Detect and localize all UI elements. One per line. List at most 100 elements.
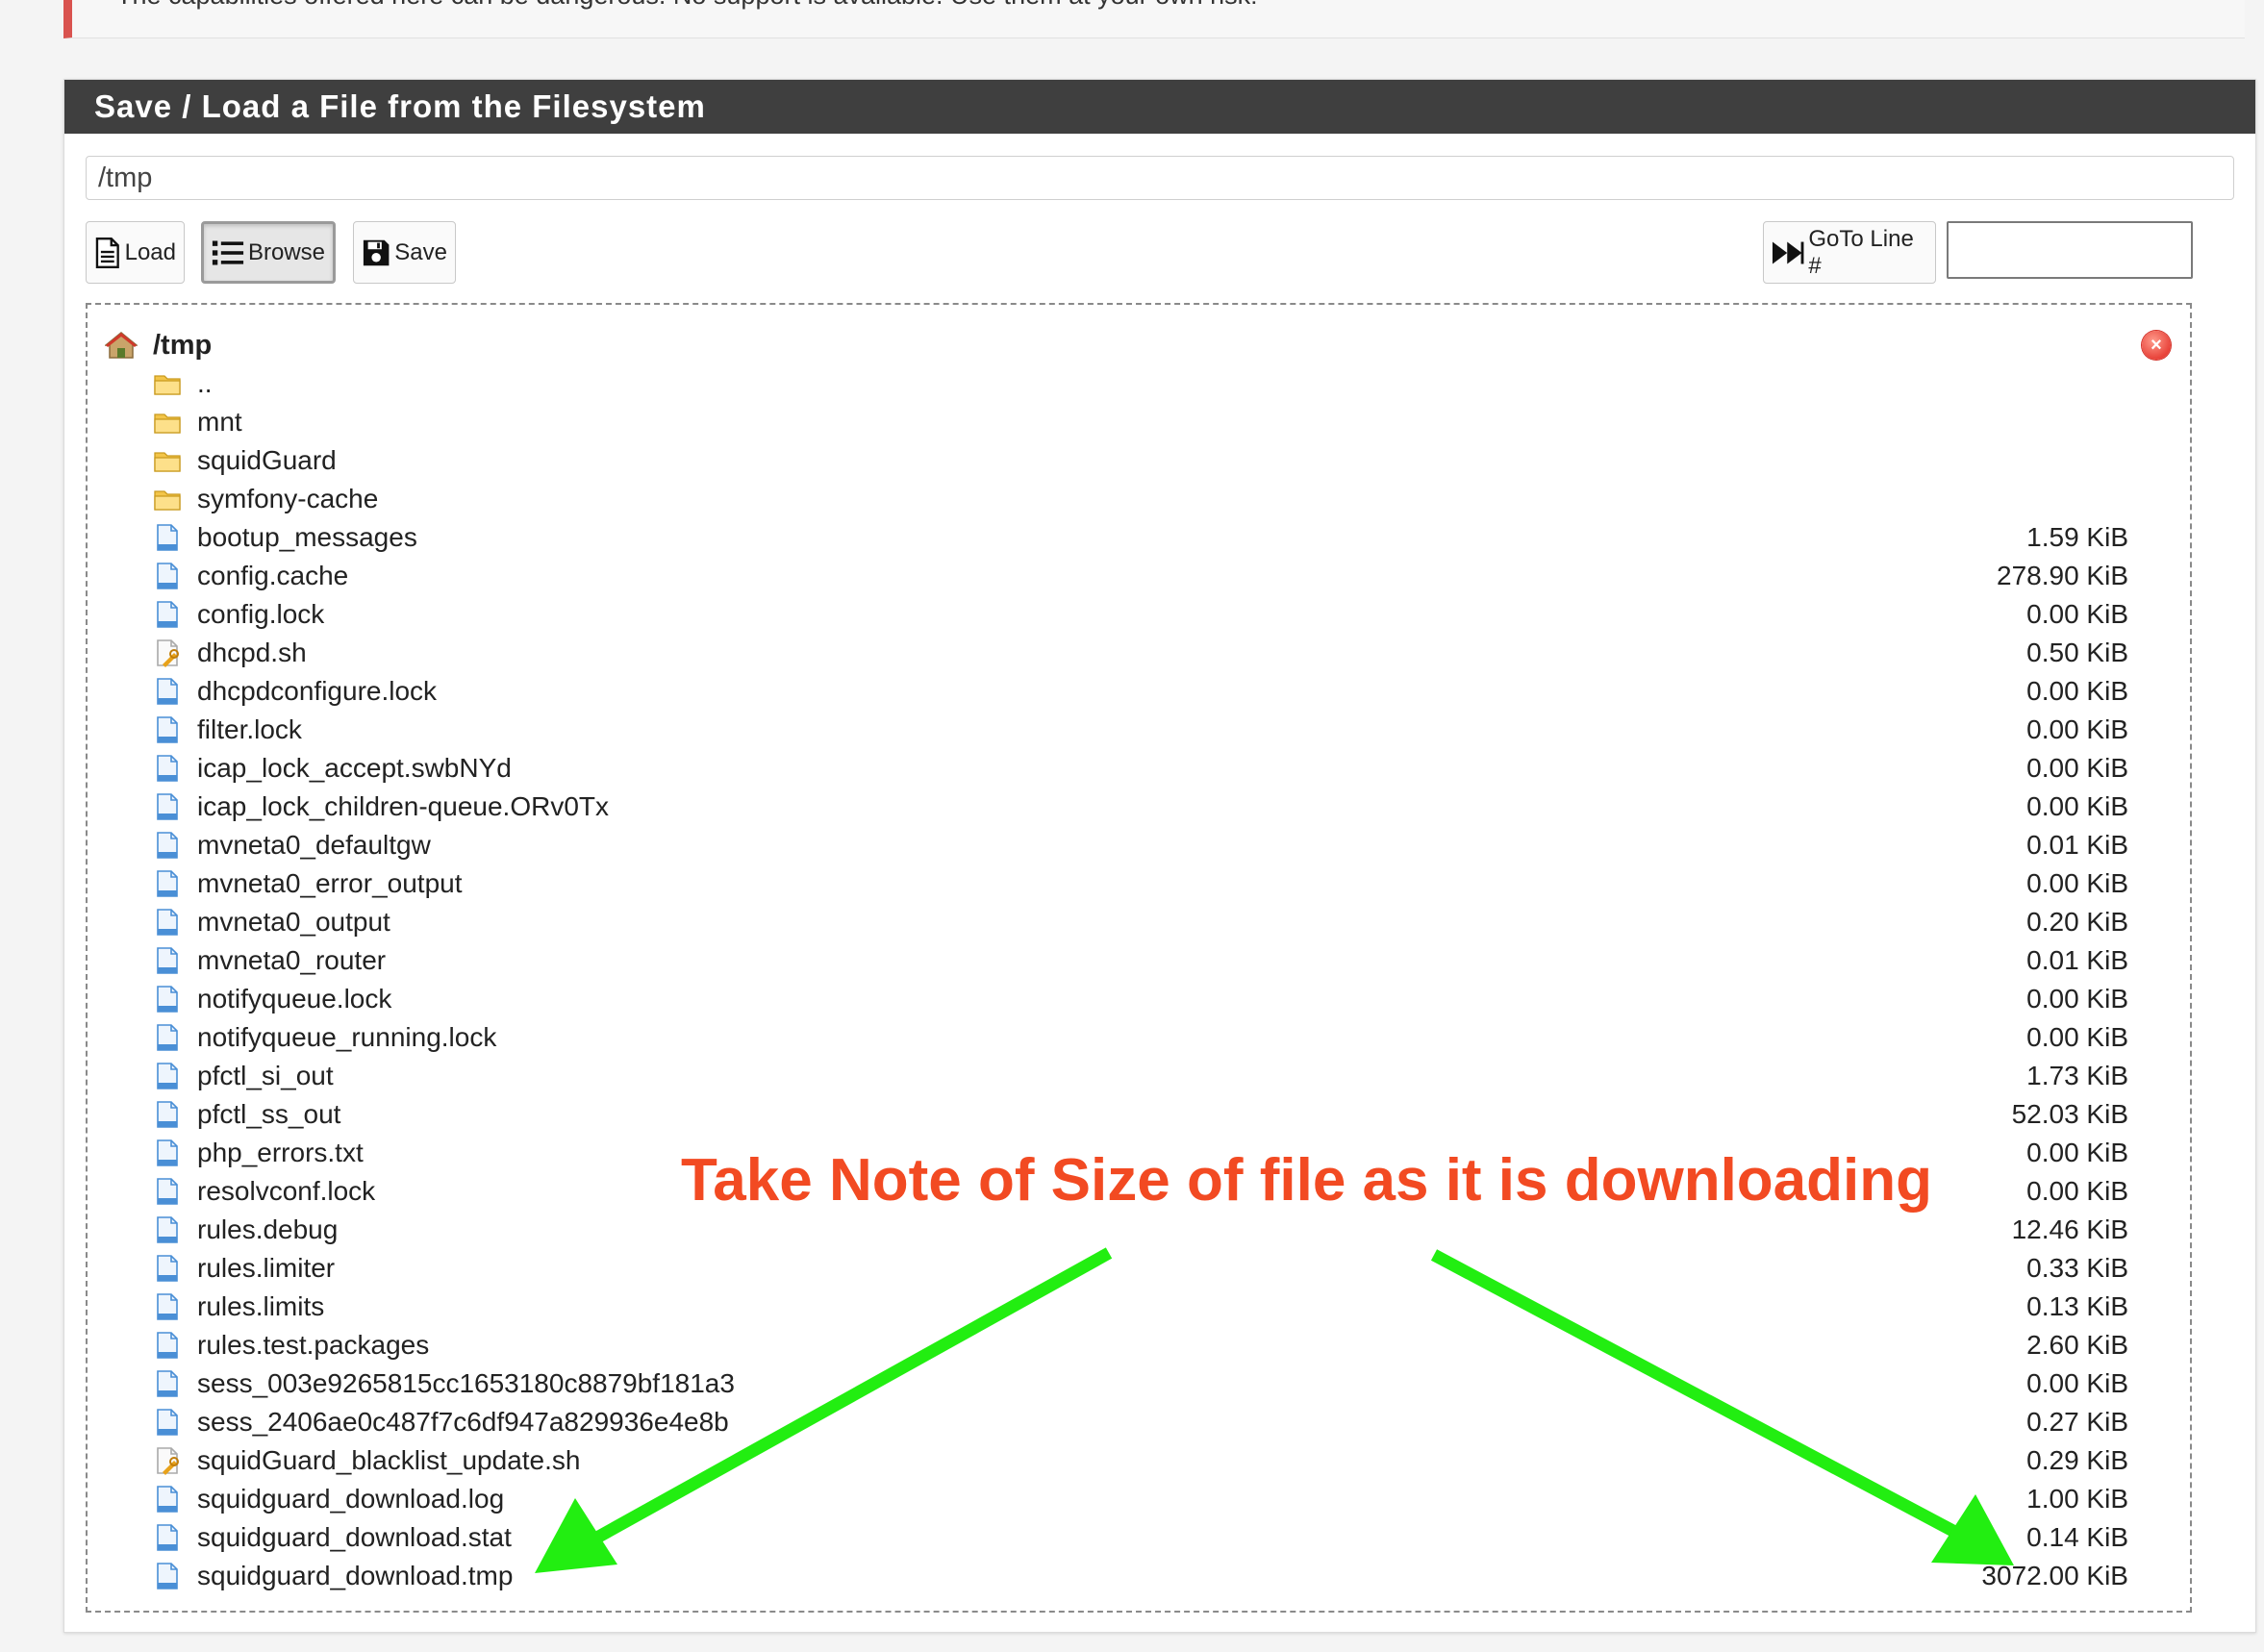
file-row[interactable]: mvneta0_router 0.01 KiB [153, 941, 2128, 980]
entry-name: icap_lock_children-queue.ORv0Tx [197, 791, 609, 821]
entry-name: mnt [197, 407, 242, 437]
folder-row[interactable]: squidGuard [153, 441, 2128, 480]
entry-size: 0.33 KiB [2026, 1253, 2128, 1283]
load-button-label: Load [124, 238, 176, 265]
goto-line-label: GoTo Line # [1808, 225, 1914, 279]
entry-size: 0.00 KiB [2026, 599, 2128, 629]
entry-name: sess_003e9265815cc1653180c8879bf181a3 [197, 1368, 735, 1398]
file-row[interactable]: sess_2406ae0c487f7c6df947a829936e4e8b 0.2… [153, 1403, 2128, 1441]
entry-name: sess_2406ae0c487f7c6df947a829936e4e8b [197, 1407, 729, 1437]
load-button[interactable]: Load [86, 221, 185, 284]
file-icon [153, 562, 182, 590]
file-icon [153, 985, 182, 1014]
file-panel: Save / Load a File from the Filesystem /… [63, 79, 2256, 1633]
file-row[interactable]: squidguard_download.stat 0.14 KiB [153, 1518, 2128, 1557]
entry-size: 0.20 KiB [2026, 907, 2128, 937]
entry-size: 0.00 KiB [2026, 791, 2128, 821]
file-row[interactable]: notifyqueue_running.lock 0.00 KiB [153, 1018, 2128, 1057]
entry-name: .. [197, 368, 213, 398]
entry-name: dhcpd.sh [197, 638, 307, 667]
entry-name: rules.limiter [197, 1253, 336, 1283]
file-row[interactable]: config.lock 0.00 KiB [153, 595, 2128, 634]
file-row[interactable]: rules.limiter 0.33 KiB [153, 1249, 2128, 1288]
file-row[interactable]: rules.test.packages 2.60 KiB [153, 1326, 2128, 1364]
file-icon [153, 1177, 182, 1206]
file-row[interactable]: dhcpdconfigure.lock 0.00 KiB [153, 672, 2128, 711]
save-button[interactable]: Save [353, 221, 456, 284]
file-icon [153, 1331, 182, 1360]
entry-size: 0.00 KiB [2026, 1368, 2128, 1398]
entry-name: squidGuard_blacklist_update.sh [197, 1445, 581, 1475]
entry-name: filter.lock [197, 714, 302, 744]
folder-row[interactable]: mnt [153, 403, 2128, 441]
script-file-icon [153, 1446, 182, 1475]
file-row[interactable]: config.cache 278.90 KiB [153, 557, 2128, 595]
warning-banner: The capabilities offered here can be dan… [63, 0, 2245, 38]
file-row[interactable]: mvneta0_error_output 0.00 KiB [153, 864, 2128, 903]
close-icon[interactable]: × [2142, 331, 2171, 360]
file-row[interactable]: squidguard_download.tmp 3072.00 KiB [153, 1557, 2128, 1595]
entry-name: mvneta0_defaultgw [197, 830, 431, 860]
entry-name: squidguard_download.log [197, 1484, 505, 1514]
entry-name: config.lock [197, 599, 325, 629]
file-text-icon [95, 237, 119, 268]
fast-forward-icon [1772, 241, 1804, 263]
folder-row[interactable]: .. [153, 364, 2128, 403]
browse-button-label: Browse [247, 238, 325, 265]
file-icon [153, 831, 182, 860]
entry-size: 0.29 KiB [2026, 1445, 2128, 1475]
entry-size: 0.00 KiB [2026, 1176, 2128, 1206]
file-row[interactable]: icap_lock_accept.swbNYd 0.00 KiB [153, 749, 2128, 788]
folder-row[interactable]: symfony-cache [153, 480, 2128, 518]
file-icon [153, 1292, 182, 1321]
file-row[interactable]: mvneta0_defaultgw 0.01 KiB [153, 826, 2128, 864]
home-icon [105, 332, 138, 359]
file-icon [153, 1369, 182, 1398]
entry-size: 0.01 KiB [2026, 945, 2128, 975]
entry-name: config.cache [197, 561, 349, 590]
path-input[interactable]: /tmp [86, 156, 2234, 200]
file-icon [153, 1254, 182, 1283]
entry-name: notifyqueue.lock [197, 984, 392, 1014]
goto-line-button[interactable]: GoTo Line # [1763, 221, 1936, 284]
file-row[interactable]: sess_003e9265815cc1653180c8879bf181a3 0.0… [153, 1364, 2128, 1403]
file-row[interactable]: icap_lock_children-queue.ORv0Tx 0.00 KiB [153, 788, 2128, 826]
entry-name: icap_lock_accept.swbNYd [197, 753, 512, 783]
file-row[interactable]: dhcpd.sh 0.50 KiB [153, 634, 2128, 672]
file-row[interactable]: mvneta0_output 0.20 KiB [153, 903, 2128, 941]
file-row[interactable]: bootup_messages 1.59 KiB [153, 518, 2128, 557]
entry-size: 0.00 KiB [2026, 1022, 2128, 1052]
folder-icon [153, 485, 182, 513]
file-icon [153, 715, 182, 744]
file-icon [153, 908, 182, 937]
entry-size: 52.03 KiB [2011, 1099, 2128, 1129]
file-icon [153, 600, 182, 629]
file-row[interactable]: squidGuard_blacklist_update.sh 0.29 KiB [153, 1441, 2128, 1480]
file-row[interactable]: squidguard_download.log 1.00 KiB [153, 1480, 2128, 1518]
entry-size: 0.00 KiB [2026, 753, 2128, 783]
entry-name: mvneta0_output [197, 907, 390, 937]
file-row[interactable]: pfctl_si_out 1.73 KiB [153, 1057, 2128, 1095]
goto-line-input[interactable] [1947, 221, 2193, 279]
browse-button[interactable]: Browse [201, 221, 336, 284]
save-button-label: Save [394, 238, 447, 265]
entry-name: squidguard_download.tmp [197, 1561, 514, 1590]
script-file-icon [153, 638, 182, 667]
file-row[interactable]: notifyqueue.lock 0.00 KiB [153, 980, 2128, 1018]
annotation-text: Take Note of Size of file as it is downl… [681, 1147, 1933, 1214]
file-row[interactable]: pfctl_ss_out 52.03 KiB [153, 1095, 2128, 1134]
file-icon [153, 754, 182, 783]
entry-size: 3072.00 KiB [1981, 1561, 2128, 1590]
entry-size: 0.00 KiB [2026, 1138, 2128, 1167]
entry-name: rules.test.packages [197, 1330, 430, 1360]
entry-size: 0.00 KiB [2026, 676, 2128, 706]
file-icon [153, 946, 182, 975]
file-row[interactable]: rules.debug 12.46 KiB [153, 1211, 2128, 1249]
entry-size: 278.90 KiB [1997, 561, 2128, 590]
file-row[interactable]: rules.limits 0.13 KiB [153, 1288, 2128, 1326]
file-icon [153, 1023, 182, 1052]
file-icon [153, 792, 182, 821]
entry-size: 0.00 KiB [2026, 868, 2128, 898]
browser-root[interactable]: /tmp [105, 326, 212, 364]
file-row[interactable]: filter.lock 0.00 KiB [153, 711, 2128, 749]
